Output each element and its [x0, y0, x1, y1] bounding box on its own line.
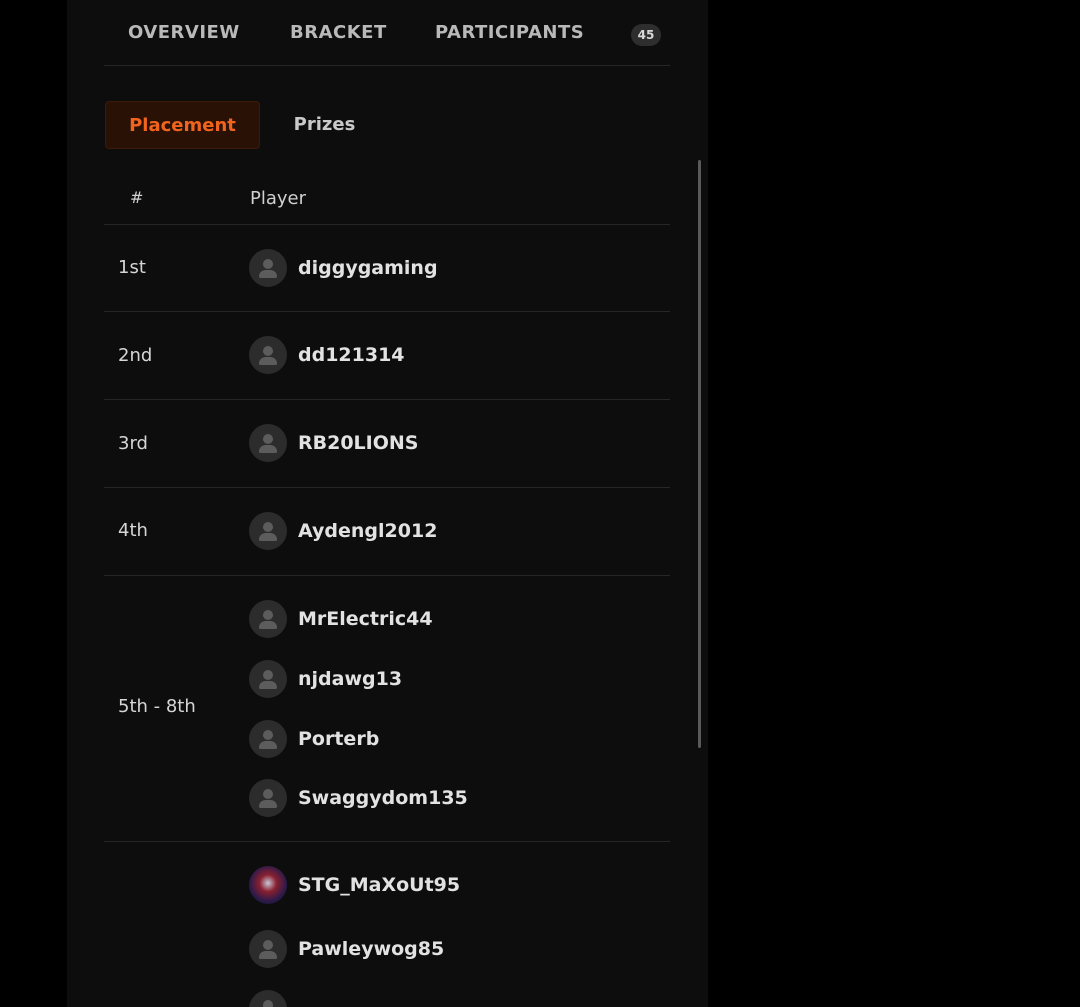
subtab-prizes[interactable]: Prizes	[277, 101, 372, 149]
avatar	[249, 249, 287, 287]
player-name[interactable]: Pawleywog85	[298, 938, 444, 960]
table-row: 2nd dd121314	[104, 312, 670, 400]
table-row: 3rd RB20LIONS	[104, 400, 670, 488]
tab-participants[interactable]: PARTICIPANTS	[435, 22, 584, 43]
avatar	[249, 779, 287, 817]
table-header: # Player	[104, 176, 670, 225]
player-name[interactable]: Swaggydom135	[298, 787, 468, 809]
tab-overview[interactable]: OVERVIEW	[128, 22, 240, 43]
avatar	[249, 866, 287, 904]
player-name[interactable]: STG_MaXoUt95	[298, 874, 460, 896]
player-name[interactable]: njdawg13	[298, 668, 402, 690]
tab-bracket[interactable]: BRACKET	[290, 22, 387, 43]
avatar	[249, 336, 287, 374]
player-name[interactable]: diggygaming	[298, 257, 438, 279]
placement-rank: 2nd	[118, 345, 153, 366]
avatar	[249, 660, 287, 698]
placement-rank: 4th	[118, 520, 148, 541]
top-tab-bar: OVERVIEW BRACKET PARTICIPANTS 45	[104, 0, 670, 66]
placement-rank: 3rd	[118, 433, 148, 454]
player-name[interactable]: dd121314	[298, 344, 405, 366]
table-row: 1st diggygaming	[104, 224, 670, 312]
placement-rank: 5th - 8th	[118, 696, 196, 717]
rank-column-header: #	[130, 188, 144, 207]
placement-rank: 1st	[118, 257, 146, 278]
table-row: 4th Aydengl2012	[104, 488, 670, 576]
participants-count-badge: 45	[631, 24, 661, 46]
player-column-header: Player	[250, 188, 307, 209]
avatar	[249, 600, 287, 638]
player-name[interactable]: RB20LIONS	[298, 432, 418, 454]
subtab-placement[interactable]: Placement	[105, 101, 260, 149]
avatar	[249, 720, 287, 758]
tournament-panel: OVERVIEW BRACKET PARTICIPANTS 45 Placeme…	[67, 0, 708, 1007]
player-name[interactable]: Aydengl2012	[298, 520, 437, 542]
table-row: STG_MaXoUt95 Pawleywog85	[104, 842, 670, 1007]
scrollbar[interactable]	[698, 160, 701, 748]
player-name[interactable]: MrElectric44	[298, 608, 433, 630]
avatar	[249, 930, 287, 968]
avatar	[249, 990, 287, 1007]
table-row: 5th - 8th MrElectric44 njdawg13 Porterb …	[104, 576, 670, 842]
avatar	[249, 512, 287, 550]
avatar	[249, 424, 287, 462]
player-name[interactable]: Porterb	[298, 728, 379, 750]
